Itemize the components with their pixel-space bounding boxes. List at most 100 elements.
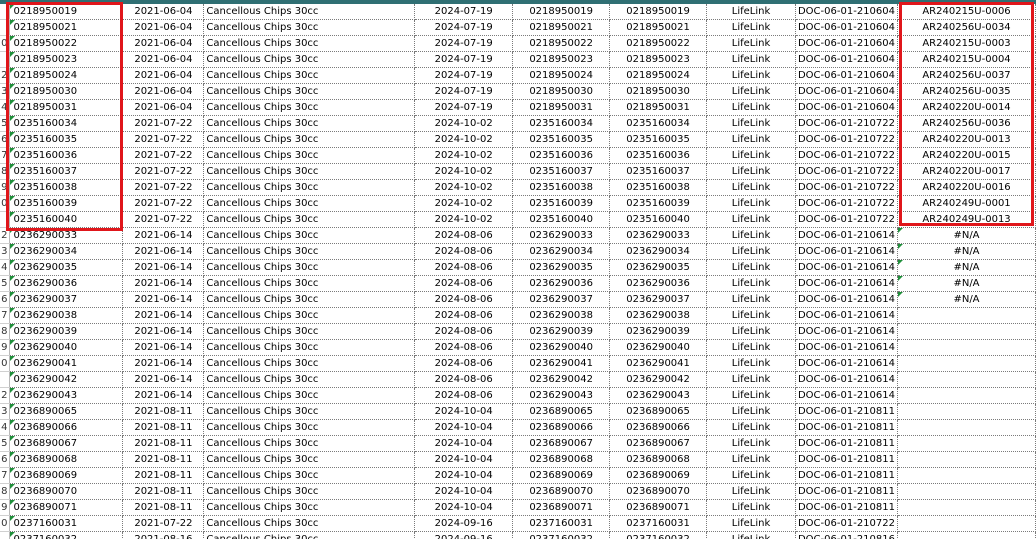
product-cell[interactable]: Cancellous Chips 30cc <box>203 435 416 452</box>
expiry-date-cell[interactable]: 2024-07-19 <box>414 35 514 52</box>
lot-cell[interactable]: 0235160035 <box>512 131 611 148</box>
date-received-cell[interactable]: 2021-06-04 <box>122 19 205 36</box>
supplier-cell[interactable]: LifeLink <box>706 467 796 484</box>
supplier-cell[interactable]: LifeLink <box>706 483 796 500</box>
expiry-date-cell[interactable]: 2024-08-06 <box>414 387 514 404</box>
expiry-date-cell[interactable]: 2024-08-06 <box>414 259 514 276</box>
sn-cell[interactable]: 0236290042 <box>609 371 708 388</box>
serial-cell[interactable]: 0236890071 <box>9 499 124 516</box>
expiry-date-cell[interactable]: 2024-08-06 <box>414 275 514 292</box>
sn-cell[interactable]: 0235160034 <box>609 115 708 132</box>
supplier-cell[interactable]: LifeLink <box>706 371 796 388</box>
lot-cell[interactable]: 0237160031 <box>512 515 611 532</box>
date-received-cell[interactable]: 2021-07-22 <box>122 515 205 532</box>
doc-number-cell[interactable]: DOC-06-01-210811 <box>795 435 899 452</box>
doc-number-cell[interactable]: DOC-06-01-210811 <box>795 451 899 468</box>
serial-cell[interactable]: 0218950031 <box>9 99 124 116</box>
date-received-cell[interactable]: 2021-06-14 <box>122 355 205 372</box>
lot-cell[interactable]: 0235160036 <box>512 147 611 164</box>
serial-cell[interactable]: 0218950024 <box>9 67 124 84</box>
sn-cell[interactable]: 0236290039 <box>609 323 708 340</box>
reference-cell[interactable] <box>897 483 1036 500</box>
date-received-cell[interactable]: 2021-06-14 <box>122 291 205 308</box>
serial-cell[interactable]: 0236290037 <box>9 291 124 308</box>
reference-cell[interactable]: AR240256U-0037 <box>897 67 1036 84</box>
sn-cell[interactable]: 0236290037 <box>609 291 708 308</box>
expiry-date-cell[interactable]: 2024-07-19 <box>414 51 514 68</box>
serial-cell[interactable]: 0236290033 <box>9 227 124 244</box>
product-cell[interactable]: Cancellous Chips 30cc <box>203 83 416 100</box>
reference-cell[interactable]: AR240215U-0006 <box>897 4 1036 20</box>
expiry-date-cell[interactable]: 2024-08-06 <box>414 227 514 244</box>
supplier-cell[interactable]: LifeLink <box>706 355 796 372</box>
doc-number-cell[interactable]: DOC-06-01-210614 <box>795 387 899 404</box>
expiry-date-cell[interactable]: 2024-10-02 <box>414 195 514 212</box>
expiry-date-cell[interactable]: 2024-10-02 <box>414 179 514 196</box>
expiry-date-cell[interactable]: 2024-10-02 <box>414 163 514 180</box>
reference-cell[interactable]: AR240256U-0034 <box>897 19 1036 36</box>
serial-cell[interactable]: 0235160036 <box>9 147 124 164</box>
date-received-cell[interactable]: 2021-07-22 <box>122 163 205 180</box>
date-received-cell[interactable]: 2021-06-14 <box>122 387 205 404</box>
date-received-cell[interactable]: 2021-08-11 <box>122 483 205 500</box>
date-received-cell[interactable]: 2021-07-22 <box>122 179 205 196</box>
expiry-date-cell[interactable]: 2024-07-19 <box>414 67 514 84</box>
expiry-date-cell[interactable]: 2024-10-02 <box>414 147 514 164</box>
expiry-date-cell[interactable]: 2024-08-06 <box>414 243 514 260</box>
doc-number-cell[interactable]: DOC-06-01-210722 <box>795 179 899 196</box>
sn-cell[interactable]: 0236290033 <box>609 227 708 244</box>
lot-cell[interactable]: 0236290039 <box>512 323 611 340</box>
sn-cell[interactable]: 0235160040 <box>609 211 708 228</box>
reference-cell[interactable]: #N/A <box>897 291 1036 308</box>
date-received-cell[interactable]: 2021-06-04 <box>122 4 205 20</box>
sn-cell[interactable]: 0236290041 <box>609 355 708 372</box>
reference-cell[interactable] <box>897 451 1036 468</box>
reference-cell[interactable]: AR240220U-0017 <box>897 163 1036 180</box>
supplier-cell[interactable]: LifeLink <box>706 179 796 196</box>
reference-cell[interactable]: AR240249U-0001 <box>897 195 1036 212</box>
sn-cell[interactable]: 0236890071 <box>609 499 708 516</box>
reference-cell[interactable]: AR240256U-0036 <box>897 115 1036 132</box>
lot-cell[interactable]: 0236290038 <box>512 307 611 324</box>
expiry-date-cell[interactable]: 2024-07-19 <box>414 4 514 20</box>
supplier-cell[interactable]: LifeLink <box>706 339 796 356</box>
product-cell[interactable]: Cancellous Chips 30cc <box>203 307 416 324</box>
expiry-date-cell[interactable]: 2024-09-16 <box>414 531 514 539</box>
date-received-cell[interactable]: 2021-06-14 <box>122 275 205 292</box>
supplier-cell[interactable]: LifeLink <box>706 35 796 52</box>
lot-cell[interactable]: 0235160037 <box>512 163 611 180</box>
serial-cell[interactable]: 0235160035 <box>9 131 124 148</box>
reference-cell[interactable] <box>897 467 1036 484</box>
serial-cell[interactable]: 0218950022 <box>9 35 124 52</box>
doc-number-cell[interactable]: DOC-06-01-210722 <box>795 195 899 212</box>
sn-cell[interactable]: 0236290034 <box>609 243 708 260</box>
lot-cell[interactable]: 0236890071 <box>512 499 611 516</box>
expiry-date-cell[interactable]: 2024-08-06 <box>414 291 514 308</box>
supplier-cell[interactable]: LifeLink <box>706 227 796 244</box>
product-cell[interactable]: Cancellous Chips 30cc <box>203 163 416 180</box>
date-received-cell[interactable]: 2021-08-11 <box>122 419 205 436</box>
supplier-cell[interactable]: LifeLink <box>706 403 796 420</box>
reference-cell[interactable]: #N/A <box>897 227 1036 244</box>
lot-cell[interactable]: 0236290040 <box>512 339 611 356</box>
doc-number-cell[interactable]: DOC-06-01-210811 <box>795 403 899 420</box>
serial-cell[interactable]: 0236890070 <box>9 483 124 500</box>
sn-cell[interactable]: 0236290040 <box>609 339 708 356</box>
serial-cell[interactable]: 0236890065 <box>9 403 124 420</box>
doc-number-cell[interactable]: DOC-06-01-210604 <box>795 83 899 100</box>
expiry-date-cell[interactable]: 2024-10-04 <box>414 451 514 468</box>
reference-cell[interactable]: AR240220U-0013 <box>897 131 1036 148</box>
doc-number-cell[interactable]: DOC-06-01-210604 <box>795 99 899 116</box>
supplier-cell[interactable]: LifeLink <box>706 51 796 68</box>
supplier-cell[interactable]: LifeLink <box>706 259 796 276</box>
sn-cell[interactable]: 0218950023 <box>609 51 708 68</box>
lot-cell[interactable]: 0236890065 <box>512 403 611 420</box>
doc-number-cell[interactable]: DOC-06-01-210811 <box>795 467 899 484</box>
reference-cell[interactable] <box>897 323 1036 340</box>
product-cell[interactable]: Cancellous Chips 30cc <box>203 515 416 532</box>
expiry-date-cell[interactable]: 2024-08-06 <box>414 371 514 388</box>
doc-number-cell[interactable]: DOC-06-01-210614 <box>795 259 899 276</box>
supplier-cell[interactable]: LifeLink <box>706 163 796 180</box>
doc-number-cell[interactable]: DOC-06-01-210614 <box>795 355 899 372</box>
date-received-cell[interactable]: 2021-07-22 <box>122 131 205 148</box>
